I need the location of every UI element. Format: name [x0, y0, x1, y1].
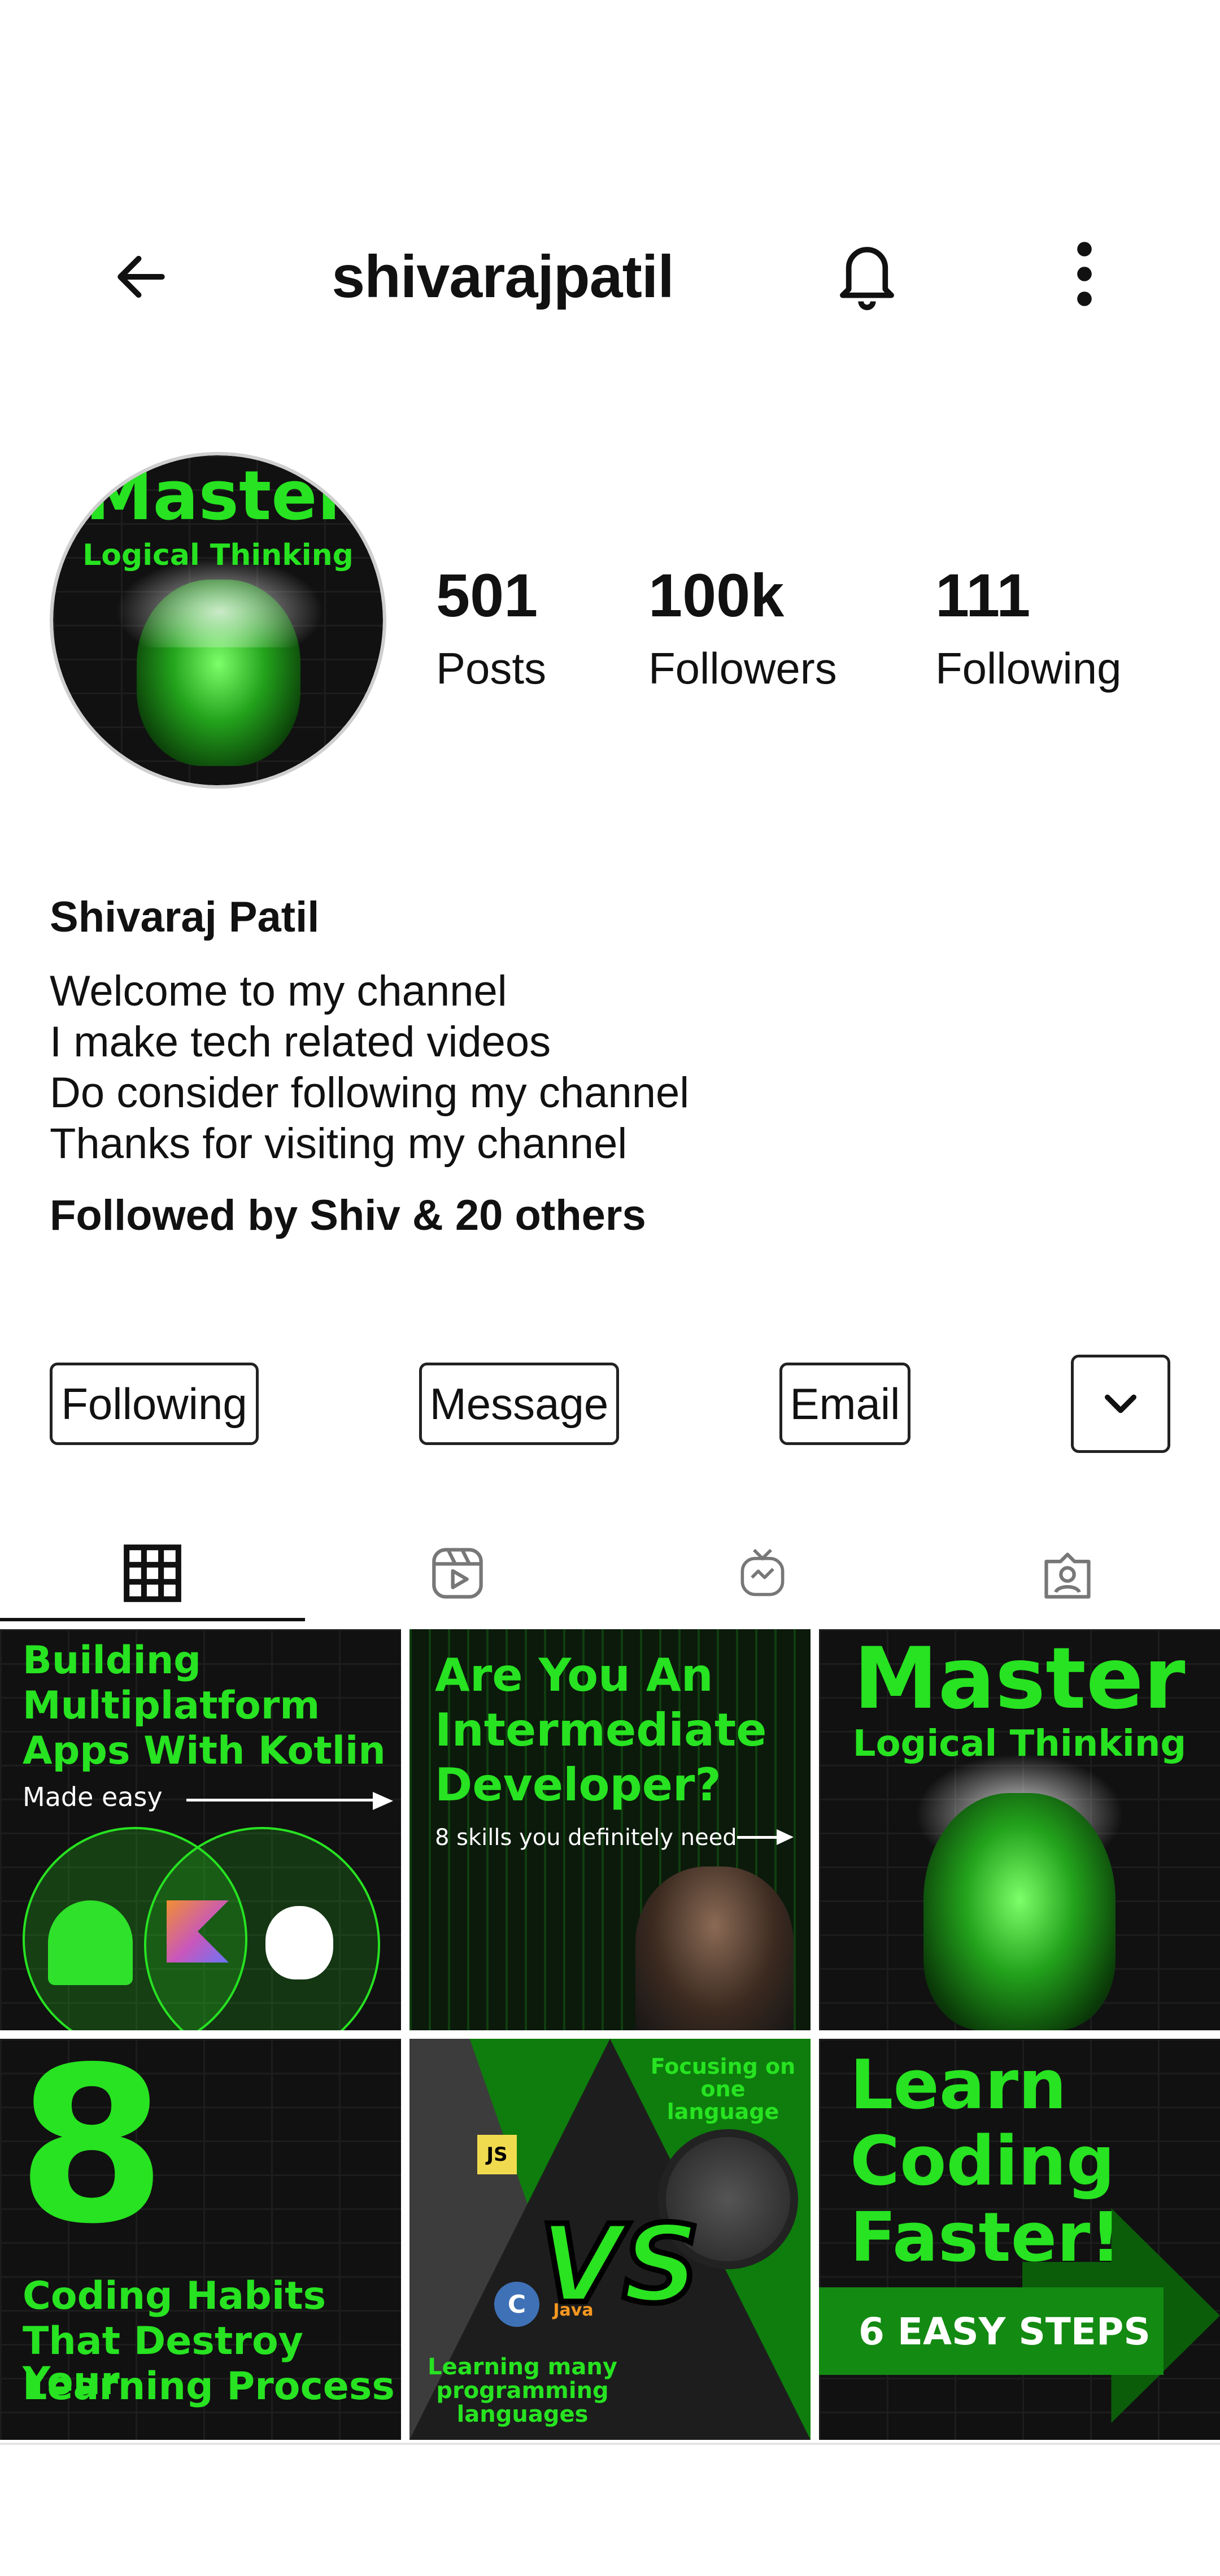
bio-line: I make tech related videos: [50, 1018, 551, 1066]
stat-posts-label: Posts: [436, 643, 547, 693]
person-photo: [635, 1866, 794, 2030]
stat-followers-value: 100k: [648, 561, 785, 629]
post-title-line: Developer?: [435, 1759, 721, 1811]
chevron-down-icon: [1105, 1394, 1136, 1413]
stat-followers[interactable]: 100k Followers: [648, 561, 837, 693]
android-icon: [48, 1900, 133, 1985]
suggestions-dropdown-button[interactable]: [1071, 1355, 1170, 1453]
post-tile[interactable]: Master Logical Thinking: [819, 1629, 1220, 2030]
bio-line: Welcome to my channel: [50, 967, 507, 1015]
stat-posts[interactable]: 501 Posts: [436, 561, 547, 693]
post-title-line: Coding: [850, 2122, 1115, 2201]
message-button[interactable]: Message: [419, 1363, 619, 1445]
more-vertical-icon: [1077, 242, 1092, 306]
post-tile[interactable]: Are You An Intermediate Developer? 8 ski…: [409, 1629, 811, 2030]
back-button[interactable]: [102, 237, 181, 316]
post-tile[interactable]: Focusing on one language VS JS C Java Le…: [409, 2039, 811, 2440]
post-title-line: Are You An: [435, 1649, 713, 1702]
post-caption-bottom: Learning many programming languages: [428, 2354, 617, 2427]
tab-posts[interactable]: [0, 1525, 305, 1621]
profile-username: shivarajpatil: [332, 243, 674, 310]
grid-icon: [124, 1544, 181, 1602]
post-title-line: Intermediate: [435, 1704, 767, 1756]
notifications-button[interactable]: [825, 232, 909, 316]
avatar-title: Master: [85, 457, 351, 536]
post-title-line: Multiplatform: [23, 1683, 320, 1728]
apple-icon: [265, 1906, 333, 1979]
stat-following-label: Following: [935, 643, 1122, 693]
post-title-line: Faster!: [850, 2199, 1121, 2277]
post-tile[interactable]: Learn Coding Faster! 6 EASY STEPS: [819, 2039, 1220, 2440]
stat-following-value: 111: [935, 561, 1031, 629]
post-title-line: Learning Process: [23, 2364, 395, 2409]
post-subtitle: Made easy: [23, 1782, 163, 1812]
post-title-line: Master: [853, 1630, 1186, 1728]
bio-line: Thanks for visiting my channel: [50, 1120, 628, 1168]
tab-igtv[interactable]: [610, 1525, 915, 1621]
email-button[interactable]: Email: [779, 1363, 910, 1445]
grid-bottom-divider: [0, 2443, 1220, 2445]
following-button[interactable]: Following: [50, 1363, 259, 1445]
language-badge: JS: [477, 2135, 517, 2174]
post-title-line: Learn: [850, 2046, 1067, 2125]
avatar[interactable]: Master Logical Thinking: [50, 452, 386, 789]
stat-posts-value: 501: [436, 561, 538, 629]
stat-followers-label: Followers: [648, 643, 837, 693]
stat-following[interactable]: 111 Following: [935, 561, 1122, 693]
post-subtitle: 8 skills you definitely need: [435, 1825, 737, 1851]
tagged-icon: [1044, 1552, 1091, 1599]
bio-line: Do consider following my channel: [50, 1069, 690, 1117]
igtv-icon: [740, 1548, 785, 1596]
tab-reels[interactable]: [305, 1525, 610, 1621]
tab-active-indicator: [0, 1618, 305, 1621]
language-badge: C: [494, 2282, 539, 2327]
avatar-subtitle: Logical Thinking: [82, 538, 354, 572]
post-caption-top: Focusing on one language: [650, 2054, 796, 2124]
brain-image: [923, 1793, 1116, 2030]
bio: Welcome to my channel I make tech relate…: [50, 966, 689, 1169]
arrow-left-icon: [117, 255, 165, 298]
post-subtitle: 6 EASY STEPS: [859, 2310, 1151, 2353]
followed-by[interactable]: Followed by Shiv & 20 others: [50, 1191, 646, 1240]
post-tile[interactable]: 8 Coding Habits That Destroy Your Learni…: [0, 2039, 401, 2440]
more-options-button[interactable]: [1051, 232, 1118, 316]
bell-icon: [840, 247, 894, 310]
post-big-number: 8: [17, 2039, 167, 2271]
post-tile[interactable]: Building Multiplatform Apps With Kotlin …: [0, 1629, 401, 2030]
language-badge: Java: [553, 2300, 594, 2320]
tab-tagged[interactable]: [915, 1525, 1220, 1621]
reels-icon: [432, 1548, 483, 1599]
profile-name: Shivaraj Patil: [50, 893, 320, 941]
post-title-line: Building: [23, 1638, 201, 1683]
post-title-line: Apps With Kotlin: [23, 1729, 386, 1773]
post-title-line: Coding Habits: [23, 2274, 326, 2318]
